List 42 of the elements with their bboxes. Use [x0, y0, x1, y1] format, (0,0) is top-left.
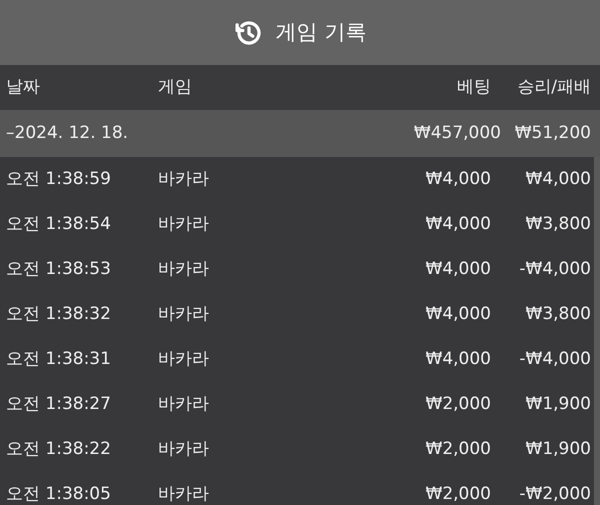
- table-cell-text: ₩4,000: [424, 258, 491, 281]
- scrollbar[interactable]: [594, 157, 600, 505]
- table-cell-text: 바카라: [158, 348, 210, 371]
- group-result-total: ₩51,200: [514, 122, 591, 145]
- column-header: 게임: [158, 76, 193, 99]
- table-cell-text: 오전 1:38:32: [6, 302, 112, 326]
- table-cell-text: 바카라: [158, 392, 210, 416]
- window-title: 게임 기록: [276, 18, 366, 46]
- table-cell-text: 바카라: [158, 482, 210, 505]
- table-cell-text: 오전 1:38:54: [6, 212, 112, 236]
- group-bet-total: ₩457,000: [412, 122, 501, 145]
- table-cell-text: ₩4,000: [424, 168, 491, 191]
- column-header: 승리/패배: [516, 76, 591, 99]
- date-group-row[interactable]: –2024. 12. 18. ₩457,000 ₩51,200: [0, 110, 600, 157]
- table-cell-text: ₩2,000: [424, 392, 491, 416]
- table-cell-text: ₩2,000: [424, 482, 491, 505]
- table-cell-text: 바카라: [158, 258, 210, 281]
- table-cell-text: ₩3,800: [524, 212, 591, 236]
- table-cell-text: 바카라: [158, 302, 210, 326]
- table-cell-text: 바카라: [158, 212, 210, 236]
- table-cell-text: 오전 1:38:31: [6, 348, 112, 371]
- table-cell-text: -₩4,000: [518, 258, 591, 281]
- table-cell-text: ₩4,000: [424, 348, 491, 371]
- table-cell-text: ₩4,000: [524, 168, 591, 191]
- table-cell-text: ₩3,800: [524, 302, 591, 326]
- table-cell-text: 오전 1:38:22: [6, 438, 112, 461]
- table-cell-text: 오전 1:38:53: [6, 258, 112, 281]
- table-cell-text: ₩4,000: [424, 212, 491, 236]
- table-cell-text: ₩1,900: [524, 392, 591, 416]
- table-cell-text: -₩4,000: [518, 348, 591, 371]
- table-cell-text: 오전 1:38:05: [6, 482, 112, 505]
- table-cell-text: ₩2,000: [424, 438, 491, 461]
- group-date: –2024. 12. 18.: [6, 122, 130, 145]
- table-cell-text: 바카라: [158, 168, 210, 191]
- table-cell-text: ₩1,900: [524, 438, 591, 461]
- column-header: 날짜: [6, 76, 41, 99]
- table-cell-text: 바카라: [158, 438, 210, 461]
- table-cell-text: 오전 1:38:59: [6, 168, 112, 191]
- column-header: 베팅: [456, 76, 491, 99]
- table-cell-text: ₩4,000: [424, 302, 491, 326]
- table-cell-text: -₩2,000: [518, 482, 591, 505]
- table-cell-text: 오전 1:38:27: [6, 392, 112, 416]
